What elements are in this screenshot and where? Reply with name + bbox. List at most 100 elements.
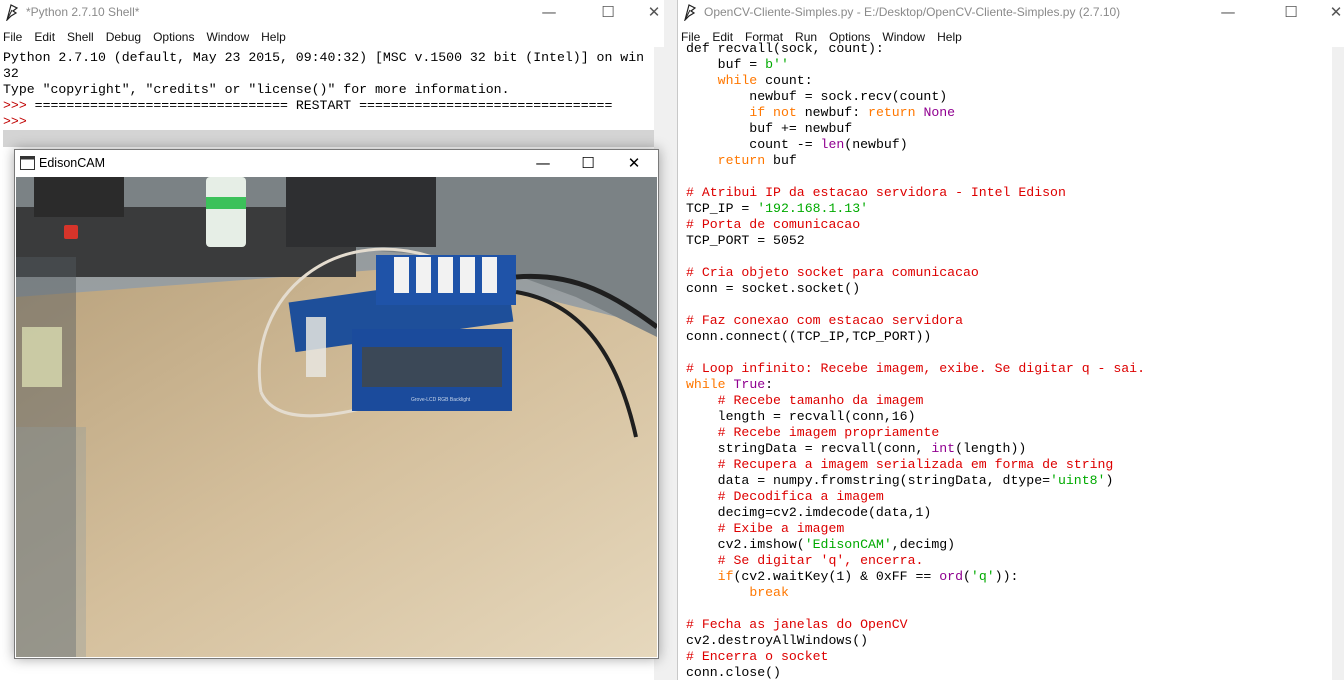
editor-maximize-button[interactable]: ☐ xyxy=(1268,0,1314,25)
shell-titlebar[interactable]: *Python 2.7.10 Shell* — ☐ ✕ xyxy=(0,0,664,25)
edisoncam-window[interactable]: EdisonCAM — ☐ ✕ Grove-LCD RGB Backlight xyxy=(14,149,659,659)
code-line: # Porta de comunicacao xyxy=(686,217,1145,233)
editor-window[interactable]: OpenCV-Cliente-Simples.py - E:/Desktop/O… xyxy=(677,0,1344,680)
code-line: TCP_PORT = 5052 xyxy=(686,233,1145,249)
camera-scene: Grove-LCD RGB Backlight xyxy=(16,177,657,657)
code-text: newbuf = sock.recv(count) xyxy=(686,89,948,104)
code-text: ) xyxy=(1105,473,1114,488)
code-text: count: xyxy=(757,73,813,88)
code-line: buf = b'' xyxy=(686,57,1145,73)
shell-menu-edit[interactable]: Edit xyxy=(28,25,61,44)
cam-titlebar[interactable]: EdisonCAM — ☐ ✕ xyxy=(15,150,658,177)
code-comment: # Recebe tamanho da imagem xyxy=(717,393,924,408)
shell-menu-help[interactable]: Help xyxy=(255,25,292,44)
shell-menubar: File Edit Shell Debug Options Window Help xyxy=(0,25,664,47)
code-text: buf += newbuf xyxy=(686,121,853,136)
code-keyword: while xyxy=(686,377,726,392)
code-text: length = recvall(conn,16) xyxy=(686,409,916,424)
code-keyword: break xyxy=(749,585,789,600)
code-string: 'EdisonCAM' xyxy=(804,537,892,552)
code-text: (cv2.waitKey(1) & 0xFF == xyxy=(733,569,940,584)
shell-minimize-button[interactable]: — xyxy=(526,0,572,25)
code-comment: # Recupera a imagem serializada em forma… xyxy=(717,457,1114,472)
window-gap xyxy=(664,0,677,680)
cam-maximize-button[interactable]: ☐ xyxy=(565,150,611,177)
code-editor[interactable]: def recvall(sock, count): buf = b'' whil… xyxy=(686,41,1145,680)
code-builtin: len xyxy=(820,137,845,152)
shell-close-button[interactable]: ✕ xyxy=(631,0,664,25)
code-line: # Recupera a imagem serializada em forma… xyxy=(686,457,1145,473)
code-line: conn.close() xyxy=(686,665,1145,680)
code-text: newbuf: xyxy=(796,105,869,120)
code-string: '192.168.1.13' xyxy=(757,201,869,216)
code-line: data = numpy.fromstring(stringData, dtyp… xyxy=(686,473,1145,489)
code-line: break xyxy=(686,585,1145,601)
code-line: # Faz conexao com estacao servidora xyxy=(686,313,1145,329)
code-keyword: if not xyxy=(749,105,797,120)
code-line: cv2.destroyAllWindows() xyxy=(686,633,1145,649)
code-line: stringData = recvall(conn, int(length)) xyxy=(686,441,1145,457)
code-line: conn.connect((TCP_IP,TCP_PORT)) xyxy=(686,329,1145,345)
code-line: cv2.imshow('EdisonCAM',decimg) xyxy=(686,537,1145,553)
code-text: buf xyxy=(765,153,797,168)
code-text: )): xyxy=(994,569,1019,584)
shell-status-bar xyxy=(3,130,654,147)
shell-maximize-button[interactable]: ☐ xyxy=(585,0,631,25)
code-builtin: None xyxy=(923,105,956,120)
editor-titlebar[interactable]: OpenCV-Cliente-Simples.py - E:/Desktop/O… xyxy=(678,0,1344,25)
code-builtin: True xyxy=(733,377,766,392)
code-builtin: ord xyxy=(939,569,963,584)
cam-minimize-button[interactable]: — xyxy=(520,150,566,177)
editor-close-button[interactable]: ✕ xyxy=(1313,0,1344,25)
cam-close-button[interactable]: ✕ xyxy=(611,150,657,177)
code-line: conn = socket.socket() xyxy=(686,281,1145,297)
code-text: ( xyxy=(963,569,971,584)
code-text: (newbuf) xyxy=(844,137,908,152)
code-comment: # Fecha as janelas do OpenCV xyxy=(686,617,908,632)
code-text: : xyxy=(765,377,774,392)
shell-menu-options[interactable]: Options xyxy=(147,25,200,44)
shell-output[interactable]: Python 2.7.10 (default, May 23 2015, 09:… xyxy=(3,50,653,130)
shell-input-line[interactable]: >>> xyxy=(3,114,653,130)
code-line: while True: xyxy=(686,377,1145,393)
restart-text: ================================ RESTART… xyxy=(26,98,613,113)
code-comment: # Atribui IP da estacao servidora - Inte… xyxy=(686,185,1066,200)
code-line: # Recebe tamanho da imagem xyxy=(686,393,1145,409)
code-comment: # Loop infinito: Recebe imagem, exibe. S… xyxy=(686,361,1145,376)
shell-menu-debug[interactable]: Debug xyxy=(100,25,147,44)
shell-restart-line: >>> ================================ RES… xyxy=(3,98,653,114)
code-text: count -= xyxy=(686,137,821,152)
code-text: TCP_PORT = 5052 xyxy=(686,233,805,248)
code-text: TCP_IP = xyxy=(686,201,758,216)
code-text: cv2.destroyAllWindows() xyxy=(686,633,869,648)
code-line: newbuf = sock.recv(count) xyxy=(686,89,1145,105)
code-text: (length)) xyxy=(955,441,1027,456)
code-text: buf = xyxy=(686,57,766,72)
code-keyword: while xyxy=(717,73,758,88)
editor-minimize-button[interactable]: — xyxy=(1205,0,1251,25)
editor-scrollbar[interactable] xyxy=(1332,47,1344,680)
shell-prompt: >>> xyxy=(3,98,27,113)
shell-menu-window[interactable]: Window xyxy=(200,25,255,44)
board-label: Grove-LCD RGB Backlight xyxy=(411,397,471,403)
code-line: # Recebe imagem propriamente xyxy=(686,425,1145,441)
idle-feather-icon xyxy=(6,4,19,21)
code-keyword: if xyxy=(717,569,734,584)
code-text: cv2.imshow( xyxy=(686,537,805,552)
shell-menu-file[interactable]: File xyxy=(0,25,28,44)
code-line: # Exibe a imagem xyxy=(686,521,1145,537)
code-comment: # Decodifica a imagem xyxy=(717,489,884,504)
code-text: def recvall(sock, count): xyxy=(686,41,884,56)
shell-banner-line: 32 xyxy=(3,66,19,81)
shell-menu-shell[interactable]: Shell xyxy=(61,25,100,44)
code-line: count -= len(newbuf) xyxy=(686,137,1145,153)
